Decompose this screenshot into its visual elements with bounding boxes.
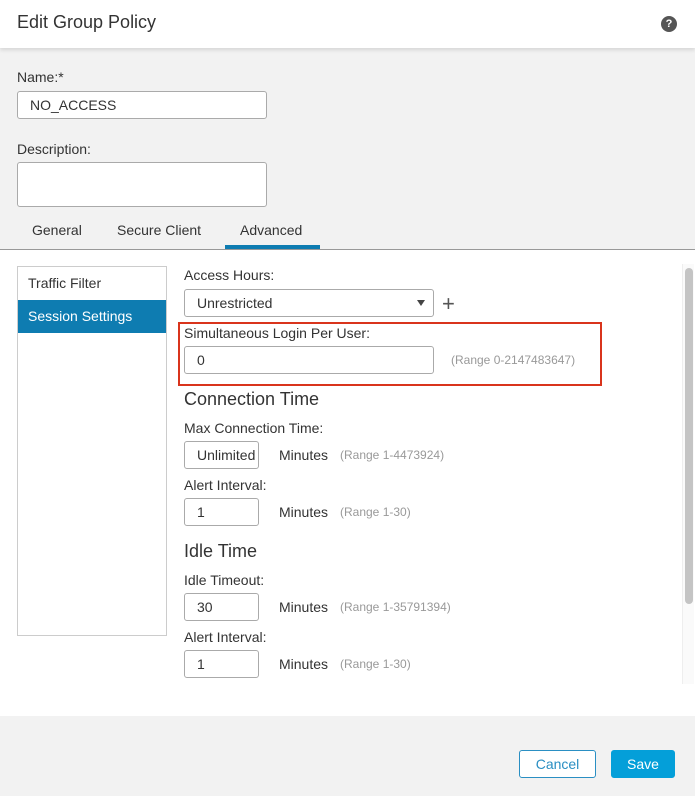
connection-time-heading: Connection Time: [184, 389, 320, 409]
idle-alert-interval-label: Alert Interval:: [184, 629, 267, 645]
connection-alert-interval-unit: Minutes: [279, 504, 329, 520]
simultaneous-login-range: (Range 0-2147483647): [451, 353, 576, 367]
cancel-button[interactable]: Cancel: [519, 750, 596, 778]
max-connection-time-label: Max Connection Time:: [184, 420, 324, 436]
access-hours-value: Unrestricted: [197, 295, 273, 311]
dropdown-arrow-icon: [417, 300, 425, 306]
sidenav-item-traffic-filter[interactable]: Traffic Filter: [18, 267, 166, 300]
name-label: Name:*: [17, 69, 64, 85]
idle-alert-interval-range: (Range 1-30): [340, 657, 411, 671]
save-button[interactable]: Save: [611, 750, 675, 778]
connection-alert-interval-label: Alert Interval:: [184, 477, 267, 493]
max-connection-time-unit: Minutes: [279, 447, 329, 463]
idle-alert-interval-unit: Minutes: [279, 656, 329, 672]
dialog-title: Edit Group Policy: [17, 12, 157, 32]
tab-secure-client[interactable]: Secure Client: [117, 222, 201, 238]
tab-bar: General Secure Client Advanced: [0, 212, 695, 250]
scrollbar-thumb[interactable]: [685, 268, 693, 604]
help-icon[interactable]: ?: [661, 16, 677, 32]
access-hours-label: Access Hours:: [184, 267, 275, 283]
name-input[interactable]: [17, 91, 267, 119]
idle-timeout-range: (Range 1-35791394): [340, 600, 451, 614]
max-connection-time-input[interactable]: [184, 441, 259, 469]
connection-alert-interval-input[interactable]: [184, 498, 259, 526]
advanced-sidenav: Traffic Filter Session Settings: [17, 266, 167, 636]
max-connection-time-range: (Range 1-4473924): [340, 448, 445, 462]
idle-timeout-input[interactable]: [184, 593, 259, 621]
description-label: Description:: [17, 141, 91, 157]
simultaneous-login-label: Simultaneous Login Per User:: [184, 325, 370, 341]
access-hours-select[interactable]: Unrestricted: [184, 289, 434, 317]
description-input[interactable]: [17, 162, 267, 207]
sidenav-item-session-settings[interactable]: Session Settings: [18, 300, 166, 333]
idle-time-heading: Idle Time: [184, 541, 258, 561]
tab-advanced[interactable]: Advanced: [240, 222, 302, 238]
idle-timeout-label: Idle Timeout:: [184, 572, 265, 588]
edit-group-policy-dialog: Edit Group Policy ? Name:* Description: …: [0, 0, 695, 796]
advanced-content: Traffic Filter Session Settings Access H…: [0, 250, 695, 716]
idle-timeout-unit: Minutes: [279, 599, 329, 615]
connection-alert-interval-range: (Range 1-30): [340, 505, 411, 519]
tab-general[interactable]: General: [32, 222, 82, 238]
dialog-header: Edit Group Policy ?: [0, 0, 695, 48]
simultaneous-login-input[interactable]: [184, 346, 434, 374]
idle-alert-interval-input[interactable]: [184, 650, 259, 678]
dialog-footer: Cancel Save: [0, 716, 695, 796]
add-time-range-icon[interactable]: +: [442, 293, 455, 315]
